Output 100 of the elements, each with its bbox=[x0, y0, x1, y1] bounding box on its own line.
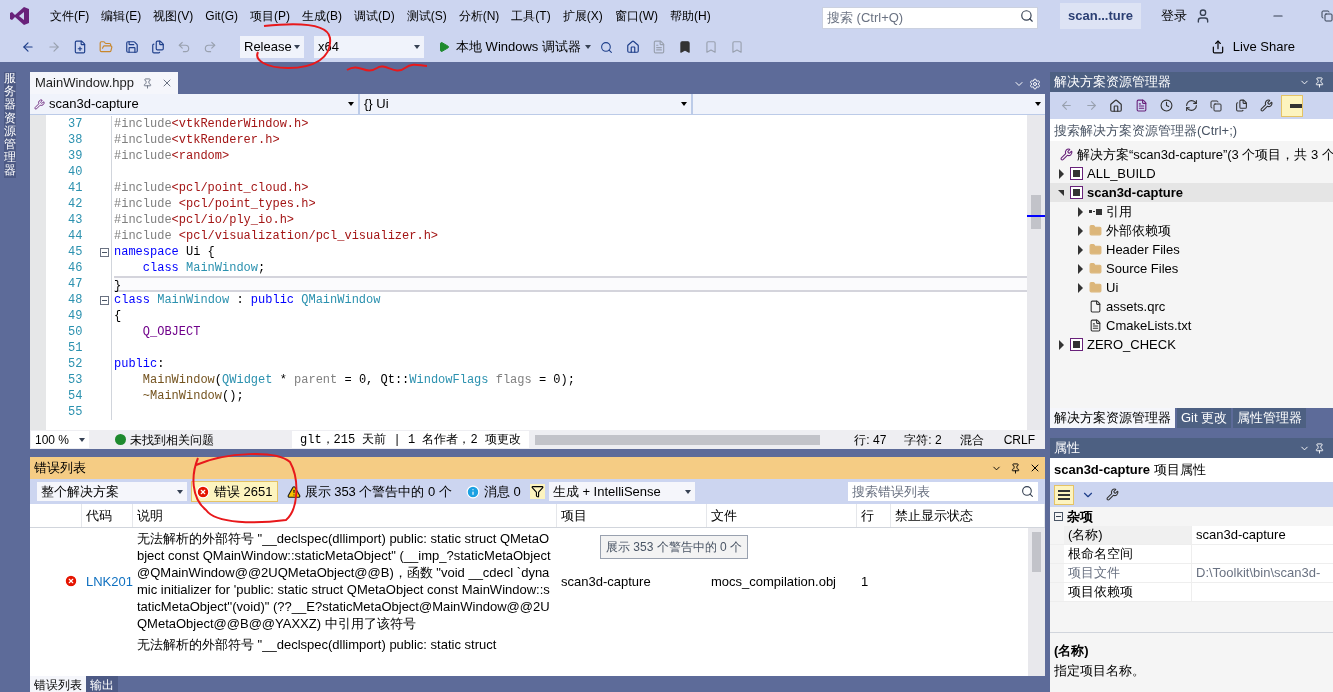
error-code-link[interactable]: LNK201 bbox=[86, 573, 133, 589]
tree-item[interactable]: assets.qrc bbox=[1050, 297, 1333, 316]
collapsed-arrow-icon[interactable] bbox=[1077, 282, 1083, 293]
code-line: #include<vtkRenderWindow.h> bbox=[114, 117, 309, 131]
line-ending[interactable]: CRLF bbox=[1003, 430, 1035, 449]
collapsed-arrow-icon[interactable] bbox=[1058, 168, 1064, 179]
property-row[interactable]: 项目依赖项 bbox=[1050, 583, 1333, 602]
close-icon[interactable] bbox=[1029, 462, 1041, 474]
folder-icon bbox=[1089, 281, 1102, 294]
collapsed-arrow-icon[interactable] bbox=[1077, 206, 1083, 217]
panel-tab[interactable]: Git 更改 bbox=[1177, 408, 1232, 428]
indent-mode[interactable]: 混合 bbox=[959, 430, 984, 449]
horizontal-scrollbar[interactable] bbox=[534, 434, 820, 445]
add-user-icon[interactable] bbox=[1195, 8, 1211, 24]
column-header[interactable]: 文件 bbox=[707, 504, 857, 527]
panel-title: 属性 bbox=[1054, 439, 1081, 458]
panel-tab[interactable]: 错误列表 bbox=[30, 676, 86, 692]
search-icon bbox=[1021, 485, 1034, 498]
collapsed-arrow-icon[interactable] bbox=[1077, 225, 1083, 236]
description-title: (名称) bbox=[1054, 642, 1090, 660]
server-explorer-tab[interactable]: 服务器资源管理器 bbox=[4, 72, 16, 178]
filter-icon[interactable] bbox=[529, 484, 545, 499]
search-field[interactable]: 搜索 (Ctrl+Q) bbox=[822, 6, 1038, 29]
collapsed-arrow-icon[interactable] bbox=[1077, 244, 1083, 255]
column-header[interactable]: 项目 bbox=[557, 504, 707, 527]
play-icon[interactable] bbox=[438, 41, 450, 53]
source-dropdown[interactable]: 生成 + IntelliSense bbox=[548, 482, 695, 501]
collapse-icon[interactable] bbox=[100, 295, 109, 305]
preview-toggle-icon[interactable] bbox=[1281, 94, 1303, 117]
settings-icon[interactable] bbox=[1029, 78, 1041, 90]
configuration-dropdown[interactable]: Release bbox=[240, 36, 304, 58]
solution-icon bbox=[1060, 148, 1073, 161]
column-header[interactable]: 说明 bbox=[133, 504, 557, 527]
zoom-dropdown[interactable]: 100 % bbox=[31, 431, 89, 448]
categorized-icon[interactable] bbox=[1054, 484, 1074, 505]
tree-item[interactable]: scan3d-capture bbox=[1050, 183, 1333, 202]
menu-item[interactable]: 帮助(H) bbox=[664, 7, 717, 25]
code-line: MainWindow(QWidget * parent = 0, Qt::WindowFlags flags = 0); bbox=[141, 373, 575, 387]
warning-icon bbox=[286, 484, 301, 499]
error-description: 无法解析的外部符号 "__declspec(dllimport) public: static struct bbox=[137, 636, 498, 653]
solution-name-badge[interactable]: scan...ture bbox=[1060, 3, 1142, 29]
codelens-status[interactable]: glt，215 天前 | 1 名作者，2 项更改 bbox=[292, 431, 529, 448]
sign-in-link[interactable]: 登录 bbox=[1161, 6, 1187, 26]
tree-item[interactable]: 外部依赖项 bbox=[1050, 221, 1333, 240]
property-row[interactable]: (名称) scan3d-capture bbox=[1050, 526, 1333, 545]
tree-item[interactable]: Source Files bbox=[1050, 259, 1333, 278]
collapsed-arrow-icon[interactable] bbox=[1058, 339, 1064, 350]
project-icon bbox=[1070, 186, 1083, 199]
run-debugger-button[interactable]: 本地 Windows 调试器 bbox=[456, 36, 591, 58]
collapsed-arrow-icon[interactable] bbox=[1077, 263, 1083, 274]
search-field[interactable]: 搜索错误列表 bbox=[848, 482, 1038, 501]
menu-item[interactable]: 测试(S) bbox=[400, 7, 453, 25]
scope-dropdown[interactable]: {} Ui bbox=[360, 94, 693, 114]
scope-dropdown[interactable]: 整个解决方案 bbox=[37, 482, 187, 501]
pin-icon[interactable] bbox=[1314, 442, 1325, 454]
filter-toggle[interactable]: 消息 0 bbox=[460, 481, 526, 502]
search-field[interactable]: 搜索解决方案资源管理器(Ctrl+;) bbox=[1050, 119, 1333, 141]
property-row[interactable]: 根命名空间 bbox=[1050, 545, 1333, 564]
menu-item[interactable]: 工具(T) bbox=[505, 7, 557, 25]
menu-item[interactable]: Git(G) bbox=[199, 7, 244, 25]
menu-item[interactable]: 编辑(E) bbox=[95, 7, 148, 25]
restore-icon[interactable] bbox=[1321, 10, 1333, 22]
tree-item[interactable]: CmakeLists.txt bbox=[1050, 316, 1333, 335]
menu-item[interactable]: 视图(V) bbox=[147, 7, 200, 25]
pin-icon[interactable] bbox=[1010, 462, 1021, 474]
menu-item[interactable]: 窗口(W) bbox=[608, 7, 664, 25]
column-header[interactable]: 行 bbox=[857, 504, 891, 527]
code-line: { bbox=[114, 309, 122, 323]
line-number: 53 bbox=[67, 372, 84, 388]
filter-toggle[interactable]: 展示 353 个警告中的 0 个 bbox=[281, 481, 457, 502]
tree-item[interactable]: Header Files bbox=[1050, 240, 1333, 259]
tree-item[interactable]: ALL_BUILD bbox=[1050, 164, 1333, 183]
pin-icon[interactable] bbox=[1314, 76, 1325, 88]
filter-toggle[interactable]: 错误 2651 bbox=[191, 481, 278, 502]
tree-item[interactable]: 引用 bbox=[1050, 202, 1333, 221]
menu-item[interactable]: 生成(B) bbox=[296, 7, 348, 25]
column-header[interactable]: 代码 bbox=[82, 504, 133, 527]
menu-item[interactable]: 项目(P) bbox=[244, 7, 296, 25]
dropdown-caret-icon bbox=[79, 437, 85, 442]
collapse-icon[interactable] bbox=[100, 247, 109, 257]
info-icon bbox=[465, 484, 480, 499]
vertical-scrollbar[interactable] bbox=[1028, 528, 1045, 676]
menu-item[interactable]: 分析(N) bbox=[452, 7, 506, 25]
share-icon bbox=[1210, 40, 1225, 54]
vertical-scrollbar[interactable] bbox=[1027, 115, 1045, 430]
tree-item[interactable]: Ui bbox=[1050, 278, 1333, 297]
issues-status[interactable]: 未找到相关问题 bbox=[130, 430, 214, 449]
panel-tab[interactable]: 属性管理器 bbox=[1233, 408, 1307, 428]
collapse-icon[interactable] bbox=[1054, 512, 1063, 521]
dropdown-caret-icon bbox=[177, 489, 183, 494]
menu-item[interactable]: 调试(D) bbox=[348, 7, 401, 25]
menu-item[interactable]: 扩展(X) bbox=[556, 7, 609, 25]
live-share-button[interactable]: Live Share bbox=[1210, 37, 1295, 57]
panel-tab[interactable]: 输出 bbox=[86, 676, 118, 692]
tree-item[interactable]: ZERO_CHECK bbox=[1050, 335, 1333, 354]
panel-tab[interactable]: 解决方案资源管理器 bbox=[1050, 408, 1175, 428]
menu-item[interactable]: 文件(F) bbox=[44, 7, 96, 25]
expanded-arrow-icon[interactable] bbox=[1058, 189, 1064, 196]
file-icon bbox=[1089, 300, 1102, 313]
column-header[interactable]: 禁止显示状态 bbox=[891, 504, 1045, 527]
